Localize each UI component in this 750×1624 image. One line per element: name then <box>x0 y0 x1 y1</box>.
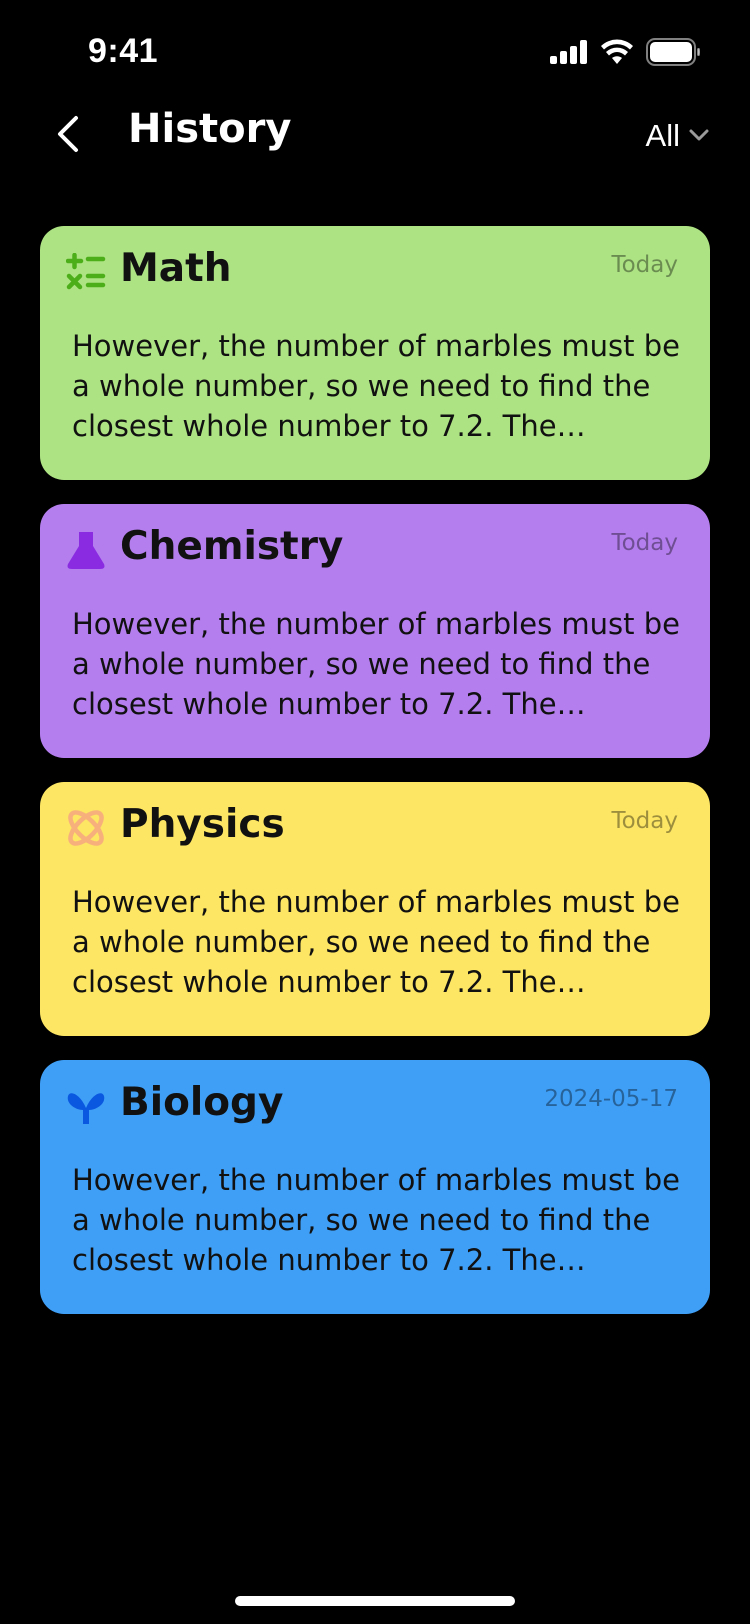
chevron-left-icon <box>54 114 82 158</box>
card-subject: Biology <box>120 1080 284 1125</box>
history-card-biology[interactable]: Biology 2024-05-17 However, the number o… <box>40 1060 710 1314</box>
status-icons <box>550 38 702 70</box>
card-preview-text: However, the number of marbles must be a… <box>72 329 681 443</box>
history-card-physics[interactable]: Physics Today However, the number of mar… <box>40 782 710 1036</box>
history-list: Math Today However, the number of marble… <box>40 226 710 1338</box>
cellular-signal-icon <box>550 40 588 68</box>
card-date: 2024-05-17 <box>544 1086 678 1112</box>
card-subject: Math <box>120 246 232 291</box>
card-subject: Chemistry <box>120 524 344 569</box>
sprout-icon <box>64 1084 108 1128</box>
card-date: Today <box>611 252 678 278</box>
card-date: Today <box>611 530 678 556</box>
wifi-icon <box>600 39 634 69</box>
card-preview-text: However, the number of marbles must be a… <box>72 885 681 999</box>
card-preview-text: However, the number of marbles must be a… <box>72 607 681 721</box>
atom-icon <box>64 806 108 850</box>
page-title: History <box>128 106 292 152</box>
status-bar: 9:41 <box>0 0 750 100</box>
history-card-chemistry[interactable]: Chemistry Today However, the number of m… <box>40 504 710 758</box>
status-time: 9:41 <box>88 32 159 70</box>
battery-icon <box>646 38 702 70</box>
chevron-down-icon <box>688 127 710 146</box>
flask-icon <box>64 528 108 572</box>
calculator-symbols-icon <box>64 250 108 294</box>
card-preview-text: However, the number of marbles must be a… <box>72 1163 681 1277</box>
history-card-math[interactable]: Math Today However, the number of marble… <box>40 226 710 480</box>
back-button[interactable] <box>46 114 90 158</box>
filter-dropdown[interactable]: All <box>646 118 710 154</box>
card-date: Today <box>611 808 678 834</box>
header: History All <box>0 100 750 210</box>
filter-label: All <box>645 118 680 153</box>
card-subject: Physics <box>120 802 285 847</box>
home-indicator <box>235 1596 515 1606</box>
